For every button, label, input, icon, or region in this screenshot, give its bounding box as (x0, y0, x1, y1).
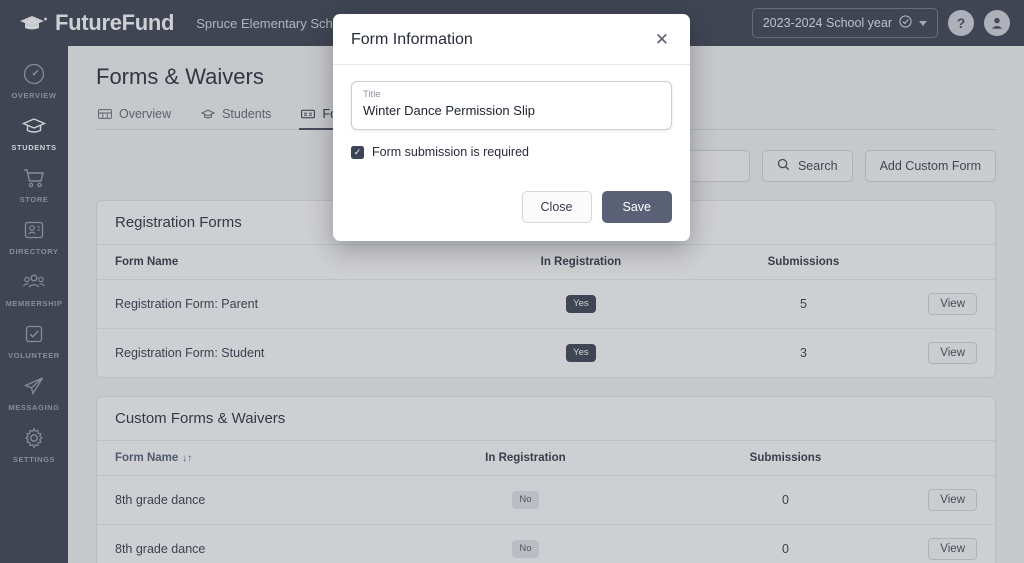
app-root: FutureFund Spruce Elementary School 2023… (0, 0, 1024, 563)
required-checkbox-row[interactable]: ✓ Form submission is required (351, 145, 672, 159)
form-information-modal: Form Information ✕ Title ✓ Form submissi… (333, 14, 690, 241)
title-field-wrapper[interactable]: Title (351, 81, 672, 130)
title-input[interactable] (363, 103, 660, 118)
close-icon[interactable]: ✕ (652, 29, 672, 50)
required-checkbox-label: Form submission is required (372, 145, 529, 159)
modal-body: Title ✓ Form submission is required (333, 65, 690, 167)
modal-title: Form Information (351, 30, 473, 48)
close-button[interactable]: Close (521, 191, 592, 223)
checkbox-check-glyph: ✓ (353, 146, 362, 157)
checkbox-icon[interactable]: ✓ (351, 145, 364, 159)
title-field-label: Title (363, 89, 381, 100)
modal-footer: Close Save (333, 167, 690, 241)
save-button[interactable]: Save (601, 191, 672, 223)
modal-header: Form Information ✕ (333, 14, 690, 65)
